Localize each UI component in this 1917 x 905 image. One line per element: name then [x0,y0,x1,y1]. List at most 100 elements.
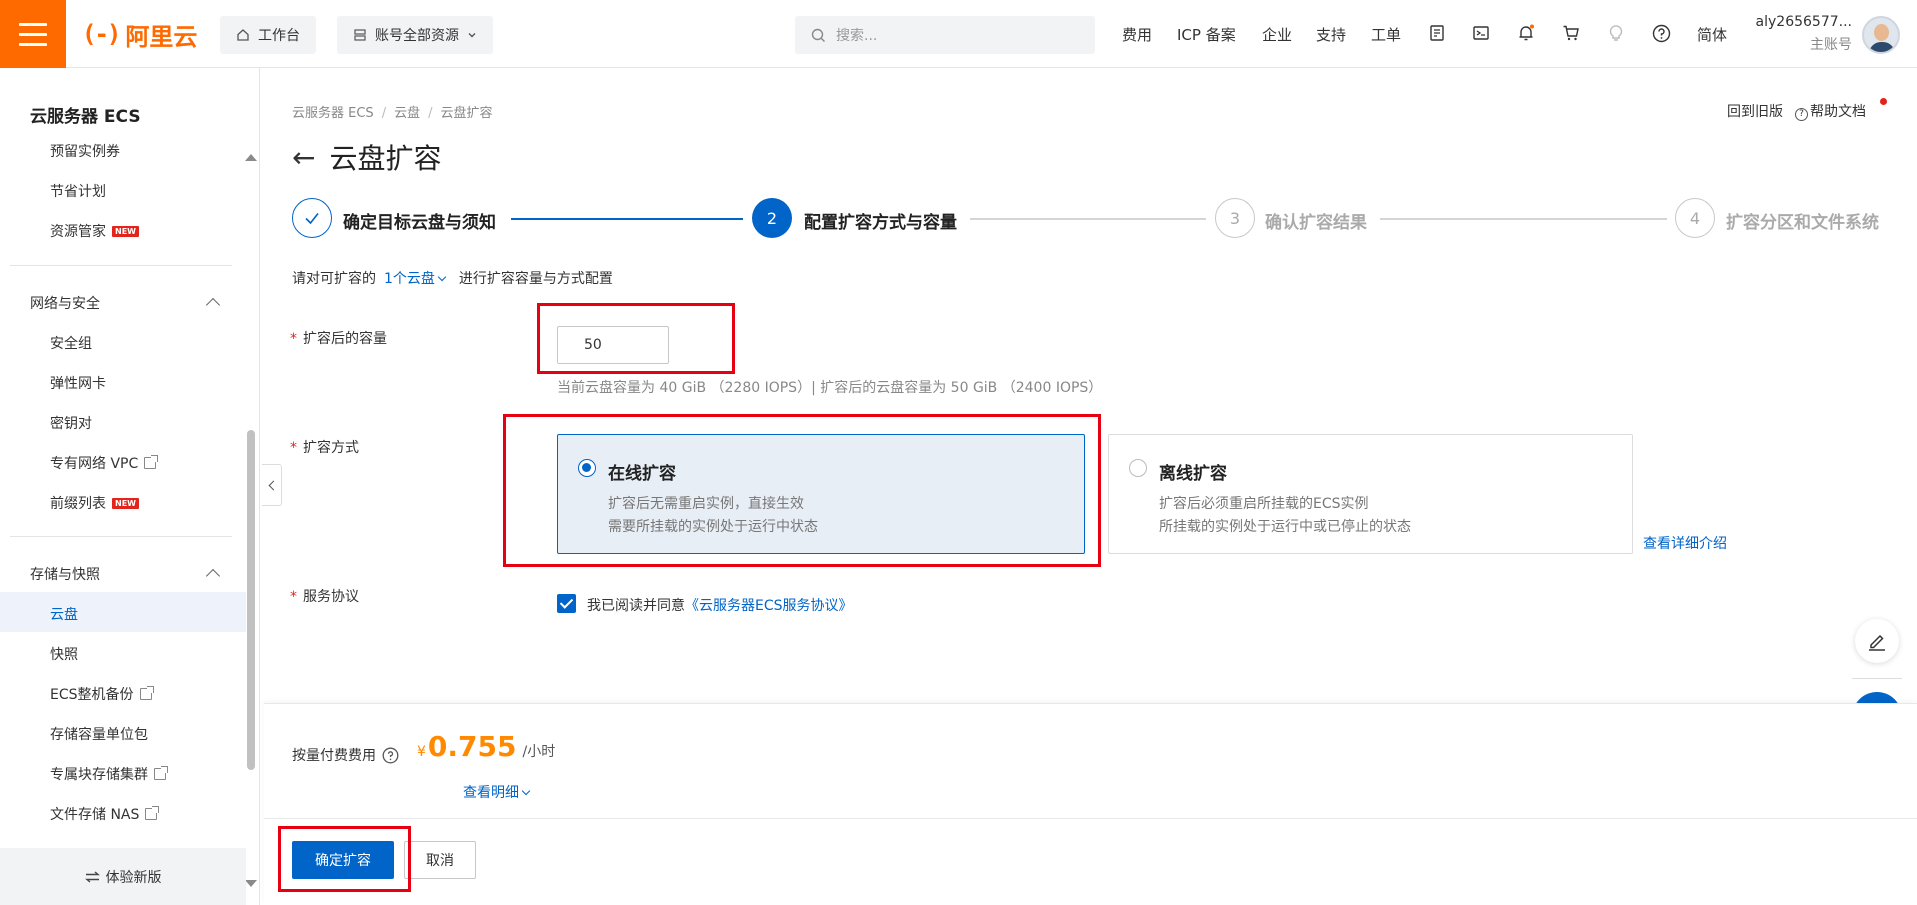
agreement-field-label: * 服务协议 [290,589,359,605]
step-connector [970,218,1206,220]
disk-count-dropdown[interactable]: 1个云盘 [384,268,451,288]
cancel-button[interactable]: 取消 [404,841,476,879]
help-icon: ? [1795,108,1808,121]
agreement-prefix: 我已阅读并同意 [587,598,685,614]
step-1-label: 确定目标云盘与须知 [343,213,496,233]
cart-icon[interactable] [1560,22,1582,44]
sidebar-item-vpc[interactable]: 专有网络 VPC [50,453,159,473]
agreement-checkbox[interactable] [557,594,576,613]
breadcrumb-disk[interactable]: 云盘 [394,106,420,121]
sidebar-item-reserved-instance[interactable]: 预留实例券 [50,141,120,161]
price-amount: 0.755 [427,730,517,763]
breadcrumb-ecs[interactable]: 云服务器 ECS [292,106,374,121]
resources-dropdown[interactable]: 账号全部资源 [337,16,493,54]
page-title: 云盘扩容 [329,142,442,175]
disk-selection-intro: 请对可扩容的 1个云盘 进行扩容容量与方式配置 [292,268,613,288]
sidebar-title: 云服务器 ECS [30,107,141,127]
agreement-link[interactable]: 《云服务器ECS服务协议》 [685,598,853,614]
agreement-text: 我已阅读并同意《云服务器ECS服务协议》 [587,595,853,615]
cost-detail-label: 查看明细 [463,785,519,801]
sidebar-item-security-group[interactable]: 安全组 [50,333,92,353]
back-to-old-version-link[interactable]: 回到旧版 [1727,101,1783,121]
feedback-edit-button[interactable] [1855,619,1899,663]
lightbulb-icon[interactable] [1605,22,1627,44]
sidebar-item-label: 前缀列表 [50,496,106,512]
document-icon[interactable] [1426,22,1448,44]
sidebar-group-storage[interactable]: 存储与快照 [30,564,100,584]
sidebar-item-storage-capacity-unit[interactable]: 存储容量单位包 [50,724,148,744]
step-connector [511,218,743,220]
sidebar-item-snapshot[interactable]: 快照 [50,644,78,664]
sidebar-item-savings-plan[interactable]: 节省计划 [50,181,106,201]
capacity-input[interactable] [557,326,669,364]
sidebar-group-network[interactable]: 网络与安全 [30,293,100,313]
view-cost-detail-link[interactable]: 查看明细 [463,782,535,802]
scroll-down-arrow[interactable] [245,880,257,887]
offline-expand-option[interactable]: 离线扩容 扩容后必须重启所挂载的ECS实例 所挂载的实例处于运行中或已停止的状态 [1108,434,1633,554]
sidebar-item-dedicated-block-storage[interactable]: 专属块存储集群 [50,764,168,784]
help-doc-link[interactable]: ? 帮助文档 [1795,101,1866,121]
aliyun-logo[interactable]: (-) 阿里云 [82,18,198,51]
external-link-icon [139,686,154,700]
confirm-expand-button[interactable]: 确定扩容 [292,841,394,879]
nav-link-enterprise[interactable]: 企业 [1262,24,1292,45]
scroll-up-arrow[interactable] [245,154,257,161]
search-input[interactable]: 搜索... [795,16,1095,54]
view-details-link[interactable]: 查看详细介绍 [1643,533,1727,553]
try-new-version-button[interactable]: 体验新版 [0,848,246,905]
sidebar-item-cloud-disk[interactable]: 云盘 [50,604,78,624]
disk-count-label: 1个云盘 [384,271,435,287]
sidebar-collapse-button[interactable] [262,464,282,506]
chevron-up-icon[interactable] [205,568,221,584]
offline-title: 离线扩容 [1159,464,1227,484]
logo-text: 阿里云 [125,22,198,51]
user-account[interactable]: aly2656577... 主账号 [1752,14,1852,54]
avatar[interactable] [1862,16,1900,54]
search-icon [811,28,825,42]
external-link-icon [144,455,159,469]
nav-link-ticket[interactable]: 工单 [1371,24,1401,45]
terminal-icon[interactable] [1470,22,1492,44]
sidebar-item-label: 存储容量单位包 [50,727,148,743]
menu-icon[interactable] [0,0,66,68]
nav-link-support[interactable]: 支持 [1316,24,1346,45]
nav-link-cost[interactable]: 费用 [1122,24,1152,45]
step-3-number: 3 [1215,198,1255,238]
nav-link-icp[interactable]: ICP 备案 [1177,24,1236,45]
sidebar-item-label: 安全组 [50,336,92,352]
online-radio[interactable] [578,459,596,477]
sidebar-item-nas[interactable]: 文件存储 NAS [50,804,160,824]
price-unit: /小时 [522,744,556,760]
sidebar-item-keypair[interactable]: 密钥对 [50,413,92,433]
question-icon[interactable] [382,747,399,764]
bell-icon[interactable] [1515,22,1537,44]
back-arrow-icon[interactable]: ← [292,141,315,174]
offline-radio[interactable] [1129,459,1147,477]
workbench-button[interactable]: 工作台 [220,16,316,54]
chevron-left-icon [268,480,278,490]
sidebar-item-label: 专有网络 VPC [50,456,139,472]
sidebar-item-resource-manager[interactable]: 资源管家 NEW [50,221,139,241]
edit-icon [1869,634,1885,651]
capacity-hint: 当前云盘容量为 40 GiB （2280 IOPS）| 扩容后的云盘容量为 50… [557,380,1103,396]
online-desc-2: 需要所挂载的实例处于运行中状态 [608,519,818,535]
online-expand-option[interactable]: 在线扩容 扩容后无需重启实例，直接生效 需要所挂载的实例处于运行中状态 [557,434,1085,554]
workbench-label: 工作台 [258,28,300,44]
intro-prefix: 请对可扩容的 [292,271,376,287]
chevron-up-icon[interactable] [205,297,221,313]
chevron-down-icon [521,786,531,796]
switch-icon [84,870,100,883]
step-4-number: 4 [1675,198,1715,238]
sidebar-item-prefix-list[interactable]: 前缀列表 NEW [50,493,139,513]
help-icon[interactable] [1650,22,1672,44]
language-switch[interactable]: 简体 [1697,24,1727,45]
sidebar-scrollbar[interactable] [247,430,255,770]
step-2-number: 2 [752,198,792,238]
sidebar-item-ecs-backup[interactable]: ECS整机备份 [50,684,154,704]
user-name: aly2656577... [1755,14,1852,30]
chevron-down-icon [437,272,447,282]
divider [10,536,232,537]
page-title-row: ← 云盘扩容 [292,137,441,177]
sidebar-item-eni[interactable]: 弹性网卡 [50,373,106,393]
sidebar-item-label: 弹性网卡 [50,376,106,392]
